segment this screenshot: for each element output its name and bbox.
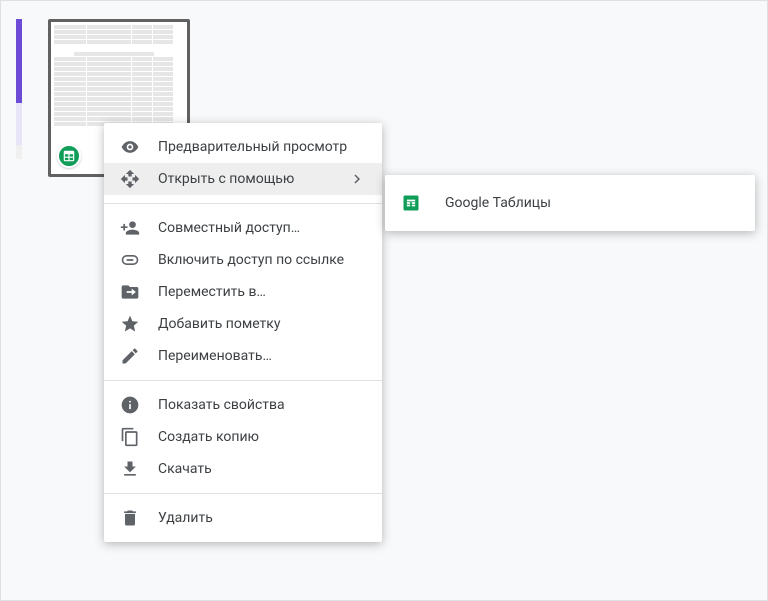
menu-item-label: Создать копию xyxy=(158,429,366,445)
menu-item-label: Переименовать… xyxy=(158,348,366,364)
download-icon xyxy=(120,459,140,479)
file-type-badge xyxy=(57,144,81,168)
menu-item-label: Открыть с помощью xyxy=(158,171,348,187)
context-menu: Предварительный просмотр Открыть с помощь… xyxy=(104,123,382,542)
trash-icon xyxy=(120,508,140,528)
menu-item-info[interactable]: Показать свойства xyxy=(104,389,382,421)
left-accent-strip xyxy=(16,19,22,159)
rename-icon xyxy=(120,346,140,366)
menu-item-open-with[interactable]: Открыть с помощью xyxy=(104,163,382,195)
link-icon xyxy=(120,250,140,270)
menu-item-link[interactable]: Включить доступ по ссылке xyxy=(104,244,382,276)
chevron-right-icon xyxy=(348,170,366,188)
info-icon xyxy=(120,395,140,415)
open-with-icon xyxy=(120,169,140,189)
menu-item-rename[interactable]: Переименовать… xyxy=(104,340,382,372)
menu-item-star[interactable]: Добавить пометку xyxy=(104,308,382,340)
menu-item-label: Включить доступ по ссылке xyxy=(158,252,366,268)
star-icon xyxy=(120,314,140,334)
person-add-icon xyxy=(120,218,140,238)
sheets-icon xyxy=(62,149,76,163)
copy-icon xyxy=(120,427,140,447)
submenu-item-label: Google Таблицы xyxy=(445,195,739,211)
menu-item-label: Показать свойства xyxy=(158,397,366,413)
menu-item-label: Предварительный просмотр xyxy=(158,139,366,155)
menu-item-label: Совместный доступ… xyxy=(158,220,366,236)
menu-item-label: Удалить xyxy=(158,510,366,526)
menu-item-label: Скачать xyxy=(158,461,366,477)
menu-divider xyxy=(104,493,382,494)
menu-item-label: Добавить пометку xyxy=(158,316,366,332)
move-to-icon xyxy=(120,282,140,302)
menu-item-move-to[interactable]: Переместить в… xyxy=(104,276,382,308)
menu-item-trash[interactable]: Удалить xyxy=(104,502,382,534)
submenu-item-sheets[interactable]: Google Таблицы xyxy=(385,185,755,221)
menu-divider xyxy=(104,380,382,381)
open-with-submenu: Google Таблицы xyxy=(385,175,755,231)
menu-item-download[interactable]: Скачать xyxy=(104,453,382,485)
menu-item-copy[interactable]: Создать копию xyxy=(104,421,382,453)
menu-item-eye[interactable]: Предварительный просмотр xyxy=(104,131,382,163)
sheets-icon xyxy=(401,193,421,213)
menu-divider xyxy=(104,203,382,204)
menu-item-label: Переместить в… xyxy=(158,284,366,300)
eye-icon xyxy=(120,137,140,157)
menu-item-person-add[interactable]: Совместный доступ… xyxy=(104,212,382,244)
